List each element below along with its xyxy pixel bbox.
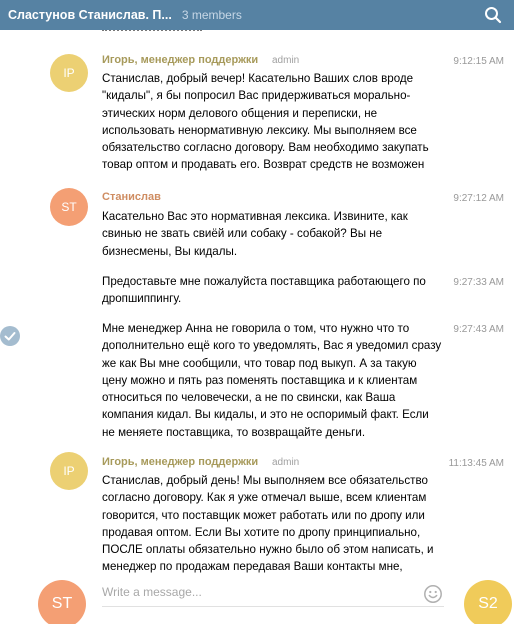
author-role: admin [272, 55, 300, 66]
message-text: Предоставьте мне пожалуйста поставщика р… [102, 275, 426, 306]
message-time: 9:27:43 AM [453, 324, 504, 335]
chat-title[interactable]: Сластунов Станислав. П... [8, 8, 172, 22]
emoji-icon[interactable] [423, 584, 443, 604]
message-text: Касательно Вас это нормативная лексика. … [102, 210, 408, 258]
message-time: 11:13:45 AM [448, 458, 504, 469]
clipped-text [102, 30, 222, 32]
message-time: 9:27:33 AM [453, 277, 504, 288]
message-text: Станислав, добрый день! Мы выполняем все… [102, 474, 434, 574]
message-author[interactable]: Игорь, менеджер поддержки [102, 456, 258, 468]
input-underline [102, 606, 444, 607]
message-history[interactable]: IP Игорь, менеджер поддержки admin 9:12:… [0, 30, 514, 576]
message-text: Станислав, добрый вечер! Касательно Ваши… [102, 72, 429, 172]
message-author[interactable]: Игорь, менеджер поддержки [102, 54, 258, 66]
select-message-checkmark[interactable] [0, 326, 20, 346]
avatar[interactable]: IP [50, 54, 88, 92]
message-time: 9:27:12 AM [453, 193, 504, 204]
avatar[interactable]: IP [50, 452, 88, 490]
message-time: 9:12:15 AM [453, 56, 504, 67]
message-author[interactable]: Станислав [102, 191, 161, 203]
chat-header: Сластунов Станислав. П... 3 members [0, 0, 514, 30]
my-avatar[interactable]: ST [38, 580, 86, 624]
message-composer: ST S2 [0, 576, 514, 624]
message-input[interactable] [102, 582, 402, 602]
search-icon[interactable] [484, 6, 502, 24]
avatar[interactable]: ST [50, 188, 88, 226]
check-icon [4, 332, 16, 341]
author-role: admin [272, 457, 300, 468]
members-count[interactable]: 3 members [182, 8, 242, 22]
message-text: Мне менеджер Анна не говорила о том, что… [102, 322, 442, 439]
peer-avatar[interactable]: S2 [464, 580, 512, 624]
